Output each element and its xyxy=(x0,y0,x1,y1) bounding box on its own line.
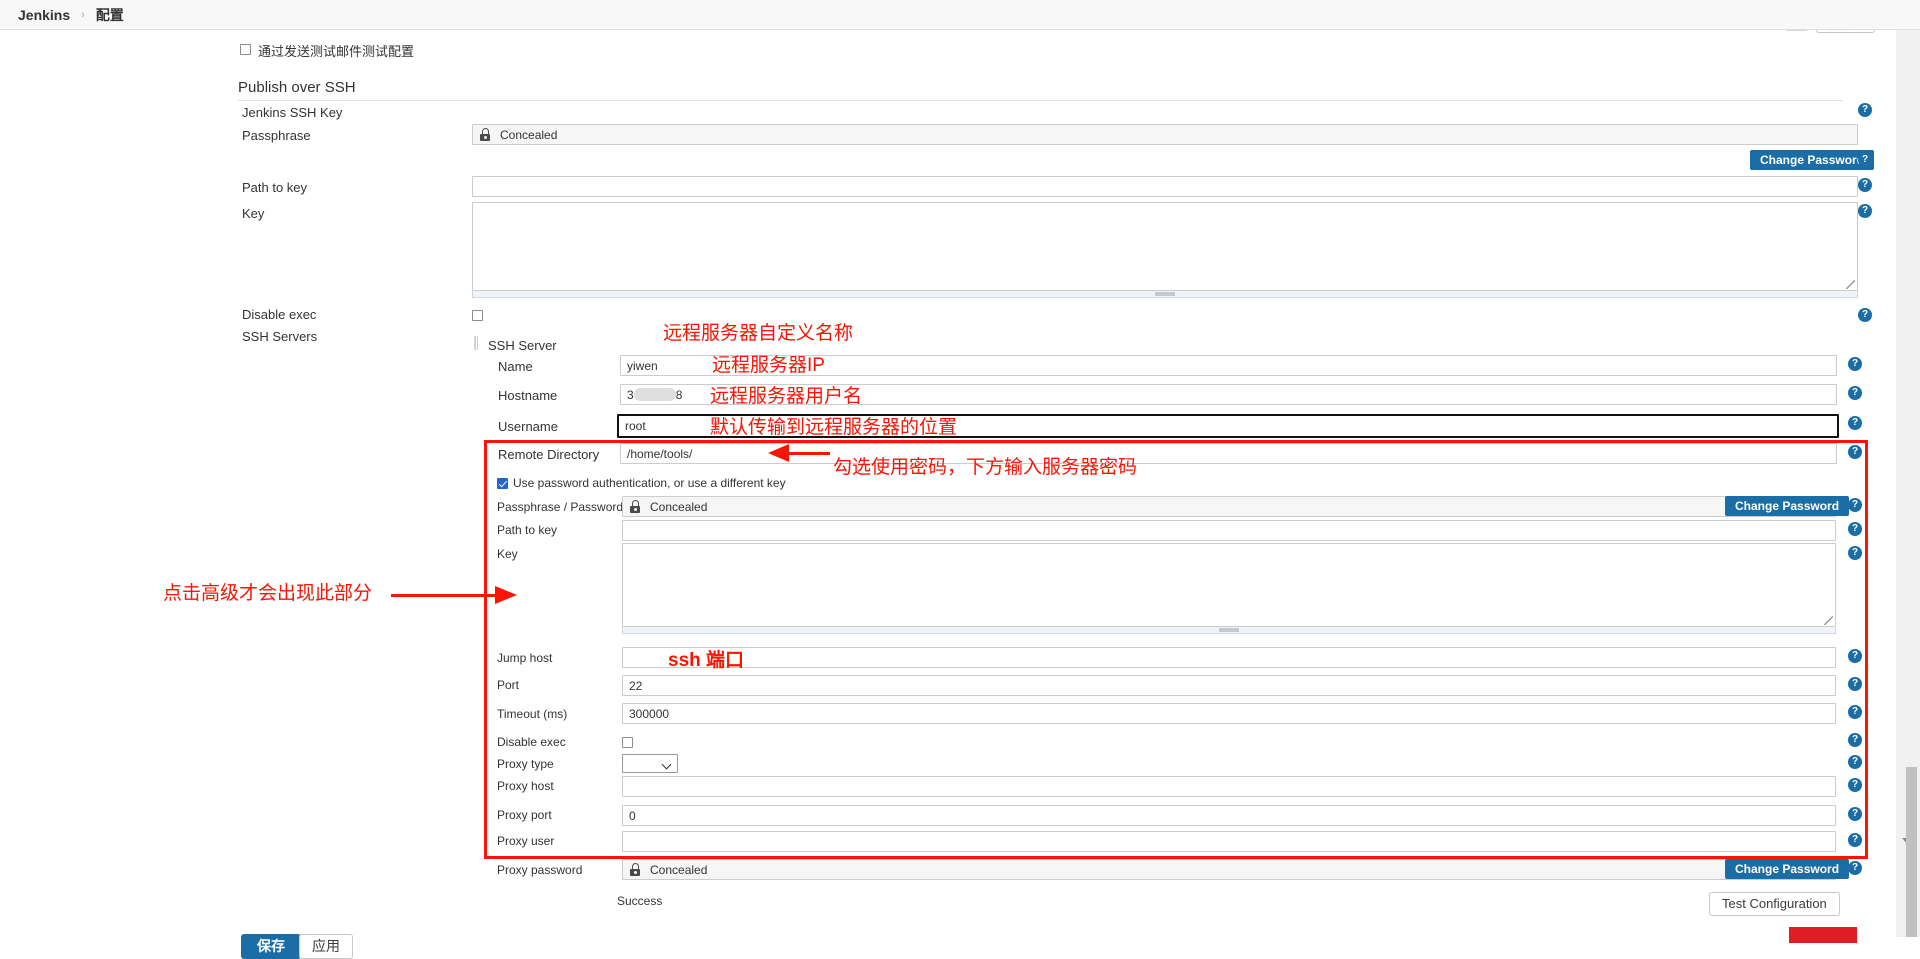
help-icon-proxy-host[interactable]: ? xyxy=(1848,778,1862,792)
adv-path-to-key-label: Path to key xyxy=(497,523,558,537)
username-input[interactable]: root xyxy=(617,414,1839,438)
change-password-button-jenkins-key[interactable]: Change Password xyxy=(1750,150,1875,170)
username-label: Username xyxy=(498,419,558,434)
hostname-value-suffix: 8 xyxy=(675,388,683,402)
port-label: Port xyxy=(497,678,520,692)
adv-disable-exec-label: Disable exec xyxy=(497,735,566,749)
help-icon-adv-key[interactable]: ? xyxy=(1848,546,1862,560)
adv-disable-exec-checkbox[interactable] xyxy=(622,737,633,748)
disable-exec-checkbox[interactable] xyxy=(472,310,483,321)
help-icon-hostname[interactable]: ? xyxy=(1848,386,1862,400)
jump-host-label: Jump host xyxy=(497,651,553,665)
port-input[interactable]: 22 xyxy=(622,675,1836,696)
configuration-form: 通过发送测试邮件测试配置 Publish over SSH Jenkins SS… xyxy=(0,30,1896,959)
path-to-key-label: Path to key xyxy=(242,180,308,195)
jump-host-input[interactable] xyxy=(622,647,1836,668)
proxy-host-input[interactable] xyxy=(622,776,1836,797)
help-icon-adv-disable-exec[interactable]: ? xyxy=(1848,733,1862,747)
help-icon-ssh-servers[interactable]: ? xyxy=(1858,308,1872,322)
server-name-input[interactable]: yiwen xyxy=(620,355,1837,376)
help-icon-remote-directory[interactable]: ? xyxy=(1848,445,1862,459)
adv-passphrase-password-bar: Concealed xyxy=(622,496,1836,517)
hostname-input[interactable]: 38 xyxy=(620,384,1837,405)
hostname-value-prefix: 3 xyxy=(627,388,634,402)
key-label: Key xyxy=(242,206,265,221)
breadcrumb-current[interactable]: 配置 xyxy=(96,5,124,25)
section-divider xyxy=(238,100,1843,101)
timeout-label: Timeout (ms) xyxy=(497,707,568,721)
page-scrollbar-thumb[interactable] xyxy=(1906,767,1917,937)
adv-passphrase-password-label: Passphrase / Password xyxy=(497,500,624,514)
help-icon-jump-host[interactable]: ? xyxy=(1848,649,1862,663)
disable-exec-label: Disable exec xyxy=(242,307,317,322)
change-password-button-advanced[interactable]: Change Password xyxy=(1725,496,1850,516)
help-icon-server-name[interactable]: ? xyxy=(1848,357,1862,371)
ssh-server-block-title: SSH Server xyxy=(488,338,557,353)
path-to-key-input[interactable] xyxy=(472,176,1858,197)
adv-key-textarea-resize-footer[interactable] xyxy=(622,627,1836,634)
test-status-text: Success xyxy=(617,894,663,908)
key-textarea-resize-footer[interactable] xyxy=(472,291,1858,298)
proxy-port-label: Proxy port xyxy=(497,808,552,822)
proxy-type-select[interactable] xyxy=(622,754,678,773)
proxy-password-value: Concealed xyxy=(650,862,708,877)
use-password-auth-label: Use password authentication, or use a di… xyxy=(513,476,786,490)
proxy-password-label: Proxy password xyxy=(497,863,583,877)
help-icon-key[interactable]: ? xyxy=(1858,204,1872,218)
use-password-auth-checkbox[interactable] xyxy=(497,478,508,489)
adv-passphrase-password-value: Concealed xyxy=(650,499,708,514)
remote-directory-input[interactable]: /home/tools/ xyxy=(620,443,1837,464)
lock-icon xyxy=(629,500,641,513)
proxy-host-label: Proxy host xyxy=(497,779,554,793)
breadcrumb-separator-icon: › xyxy=(81,8,85,21)
remote-directory-label: Remote Directory xyxy=(498,447,600,462)
help-icon-proxy-port[interactable]: ? xyxy=(1848,807,1862,821)
apply-button[interactable]: 应用 xyxy=(299,934,353,959)
help-icon-proxy-type[interactable]: ? xyxy=(1848,755,1862,769)
breadcrumb: Jenkins › 配置 xyxy=(0,0,1920,30)
help-icon-timeout[interactable]: ? xyxy=(1848,705,1862,719)
jenkins-ssh-key-label: Jenkins SSH Key xyxy=(242,105,343,120)
help-icon-username[interactable]: ? xyxy=(1848,416,1862,430)
email-test-label: 通过发送测试邮件测试配置 xyxy=(258,44,415,59)
help-icon-adv-path-to-key[interactable]: ? xyxy=(1848,522,1862,536)
adv-key-label: Key xyxy=(497,547,518,561)
passphrase-label: Passphrase xyxy=(242,128,311,143)
test-configuration-button[interactable]: Test Configuration xyxy=(1709,892,1840,916)
lock-icon xyxy=(479,128,491,141)
page-scrollbar[interactable] xyxy=(1896,8,1920,937)
adv-key-textarea[interactable] xyxy=(622,543,1836,627)
proxy-user-input[interactable] xyxy=(622,831,1836,852)
change-password-button-proxy[interactable]: Change Password xyxy=(1725,859,1850,879)
help-icon-adv-passphrase[interactable]: ? xyxy=(1848,498,1862,512)
lock-icon xyxy=(629,863,641,876)
hostname-label: Hostname xyxy=(498,388,558,403)
passphrase-value-bar: Concealed xyxy=(472,124,1858,145)
proxy-type-label: Proxy type xyxy=(497,757,554,771)
help-icon-proxy-password[interactable]: ? xyxy=(1848,861,1862,875)
breadcrumb-root[interactable]: Jenkins xyxy=(18,7,70,23)
help-icon-path-to-key[interactable]: ? xyxy=(1858,178,1872,192)
help-icon-passphrase[interactable]: ? xyxy=(1858,153,1872,167)
server-name-label: Name xyxy=(498,359,533,374)
help-icon-jenkins-ssh-key[interactable]: ? xyxy=(1858,103,1872,117)
publish-over-ssh-title: Publish over SSH xyxy=(238,79,356,96)
timeout-input[interactable]: 300000 xyxy=(622,703,1836,724)
cut-red-badge[interactable] xyxy=(1789,927,1857,943)
ssh-servers-label: SSH Servers xyxy=(242,329,318,344)
help-icon-port[interactable]: ? xyxy=(1848,677,1862,691)
key-textarea[interactable] xyxy=(472,202,1858,291)
passphrase-value: Concealed xyxy=(500,127,558,142)
proxy-port-input[interactable]: 0 xyxy=(622,805,1836,826)
help-icon-proxy-user[interactable]: ? xyxy=(1848,833,1862,847)
save-button[interactable]: 保存 xyxy=(241,934,301,959)
ssh-server-drag-handle[interactable] xyxy=(474,336,479,350)
proxy-password-bar: Concealed xyxy=(622,859,1836,880)
hostname-redaction-mask xyxy=(633,388,676,401)
email-test-checkbox[interactable] xyxy=(240,44,251,55)
adv-path-to-key-input[interactable] xyxy=(622,520,1836,541)
proxy-user-label: Proxy user xyxy=(497,834,555,848)
